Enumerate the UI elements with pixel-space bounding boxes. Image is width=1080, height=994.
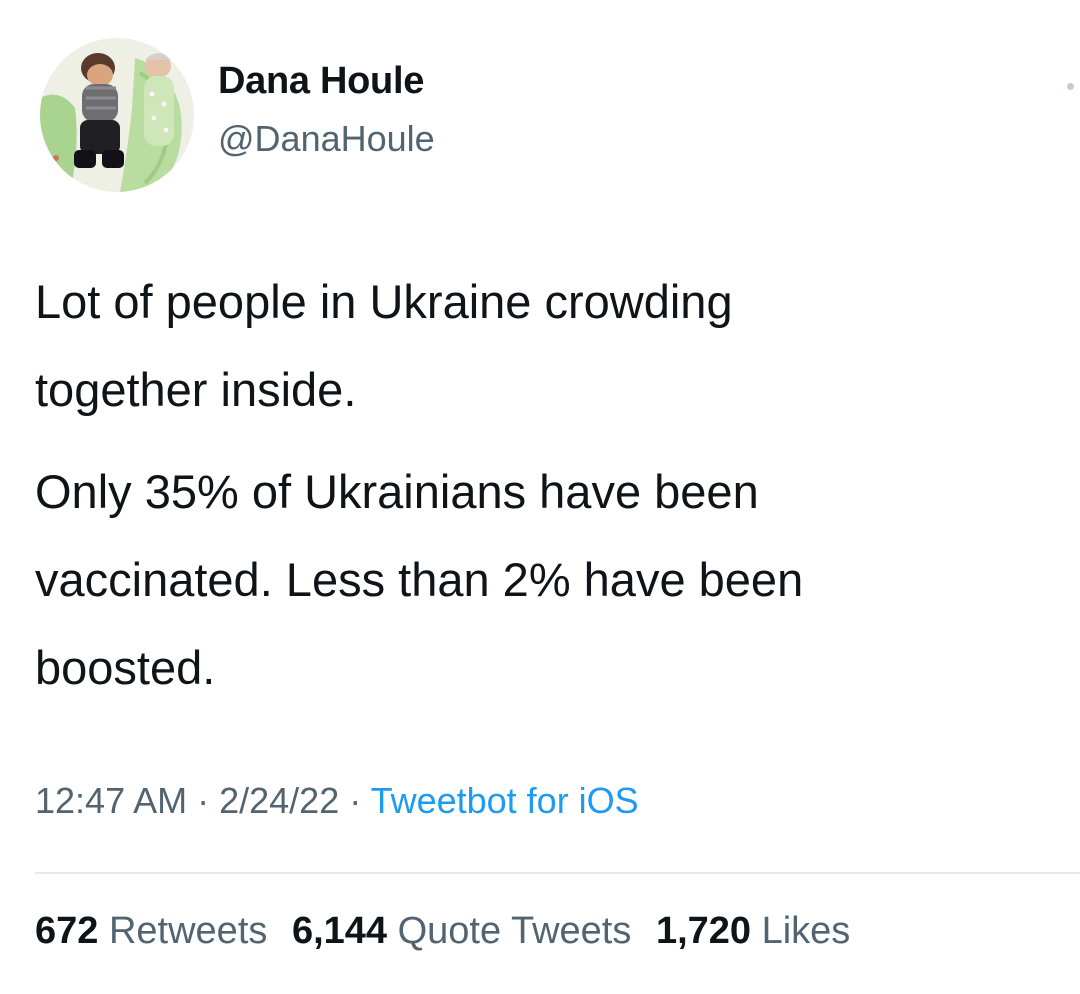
tweet-text-line: vaccinated. Less than 2% have been: [35, 553, 804, 606]
likes-label: Likes: [761, 910, 851, 952]
tweet-paragraph-1: Lot of people in Ukraine crowding togeth…: [35, 258, 1075, 434]
tweet-metadata: 12:47 AM · 2/24/22 · Tweetbot for iOS: [35, 780, 639, 822]
tweet-source-link[interactable]: Tweetbot for iOS: [371, 780, 639, 821]
tweet-text-line: boosted.: [35, 641, 216, 694]
user-handle[interactable]: @DanaHoule: [218, 118, 435, 160]
quote-tweets-label: Quote Tweets: [397, 910, 632, 952]
display-name[interactable]: Dana Houle: [218, 60, 424, 103]
retweets-label: Retweets: [108, 910, 268, 952]
quote-tweets-count: 6,144: [291, 910, 388, 952]
quote-tweets-stat[interactable]: 6,144 Quote Tweets: [292, 910, 631, 952]
retweets-count: 672: [35, 910, 99, 952]
tweet-paragraph-2: Only 35% of Ukrainians have been vaccina…: [35, 448, 1075, 712]
likes-stat[interactable]: 1,720 Likes: [656, 910, 850, 952]
likes-count: 1,720: [655, 910, 752, 952]
tweet-text-line: Only 35% of Ukrainians have been: [35, 465, 759, 518]
meta-separator: ·: [339, 780, 371, 821]
tweet-text-line: together inside.: [35, 363, 357, 416]
divider: [35, 872, 1080, 874]
avatar-image: [40, 38, 194, 192]
tweet-date[interactable]: 2/24/22: [219, 780, 339, 821]
tweet-card: Dana Houle @DanaHoule Lot of people in U…: [0, 0, 1080, 994]
tweet-stats: 672 Retweets 6,144 Quote Tweets 1,720 Li…: [35, 910, 850, 953]
retweets-stat[interactable]: 672 Retweets: [35, 910, 267, 952]
tweet-time[interactable]: 12:47 AM: [35, 780, 187, 821]
more-options-icon[interactable]: [1067, 83, 1074, 90]
tweet-text-line: Lot of people in Ukraine crowding: [35, 275, 733, 328]
meta-separator: ·: [187, 780, 220, 821]
avatar[interactable]: [40, 38, 194, 192]
